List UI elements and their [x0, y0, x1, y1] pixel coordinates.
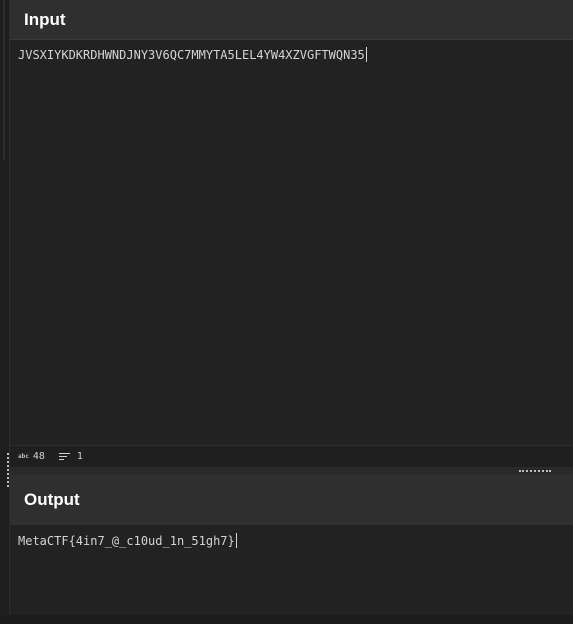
char-count: 48	[32, 451, 45, 462]
horizontal-resize-handle[interactable]	[519, 470, 551, 474]
panel-splitter[interactable]	[10, 467, 573, 475]
output-title: Output	[24, 490, 80, 509]
left-rail	[0, 0, 10, 624]
input-status-bar: abc 48 1	[10, 445, 573, 467]
rail-mark	[3, 0, 5, 160]
abc-icon: abc	[18, 453, 29, 460]
output-text-line[interactable]: MetaCTF{4in7_@_c10ud_1n_51gh7}	[18, 533, 237, 548]
output-caret	[235, 533, 237, 548]
output-textarea[interactable]: MetaCTF{4in7_@_c10ud_1n_51gh7}	[10, 525, 573, 615]
output-value: MetaCTF{4in7_@_c10ud_1n_51gh7}	[18, 534, 235, 548]
input-value: JVSXIYKDKRDHWNDJNY3V6QC7MMYTA5LEL4YW4XZV…	[18, 48, 365, 62]
input-textarea[interactable]: JVSXIYKDKRDHWNDJNY3V6QC7MMYTA5LEL4YW4XZV…	[10, 40, 573, 445]
input-title: Input	[24, 9, 66, 29]
app-window: Input JVSXIYKDKRDHWNDJNY3V6QC7MMYTA5LEL4…	[0, 0, 573, 624]
input-panel-header: Input	[10, 0, 573, 40]
lines-icon	[58, 452, 70, 461]
text-caret	[365, 47, 367, 62]
input-text-line[interactable]: JVSXIYKDKRDHWNDJNY3V6QC7MMYTA5LEL4YW4XZV…	[18, 47, 367, 62]
bottom-strip	[0, 615, 573, 624]
line-count: 1	[76, 451, 83, 462]
output-panel-header: Output	[10, 475, 573, 525]
